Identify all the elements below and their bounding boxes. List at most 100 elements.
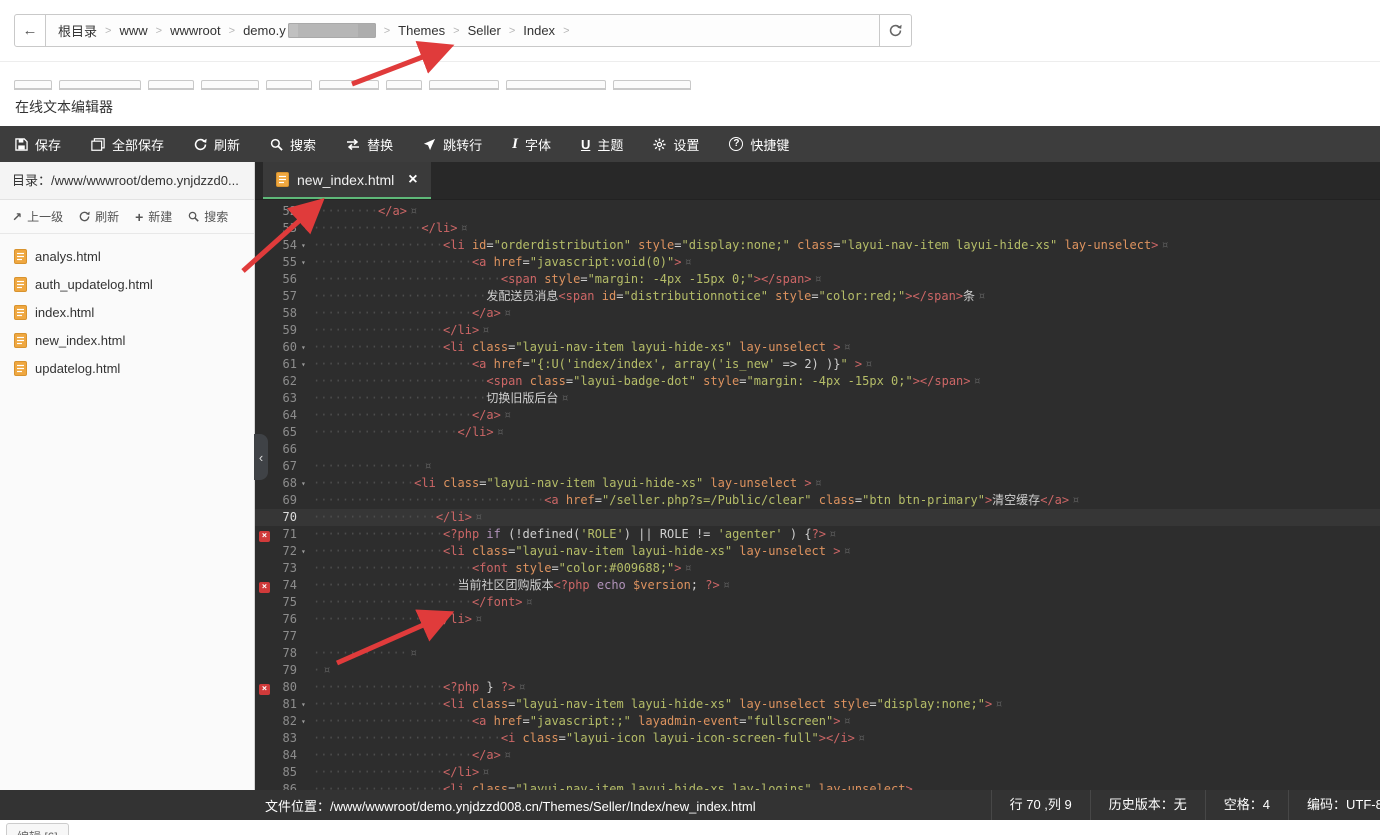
clipped-button[interactable] bbox=[14, 80, 52, 90]
gutter[interactable]: 61▾ bbox=[255, 356, 313, 373]
breadcrumb-item-wwwroot[interactable]: wwwroot bbox=[170, 23, 221, 38]
tab-close-icon[interactable]: × bbox=[408, 172, 417, 188]
gutter[interactable]: 77 bbox=[255, 628, 313, 645]
gutter[interactable]: 83 bbox=[255, 730, 313, 747]
clipped-button[interactable] bbox=[429, 80, 499, 90]
space-indent-setting[interactable]: 空格：4 bbox=[1205, 790, 1288, 820]
clipped-button[interactable] bbox=[386, 80, 422, 90]
gutter[interactable]: 59 bbox=[255, 322, 313, 339]
gutter[interactable]: 84 bbox=[255, 747, 313, 764]
gutter[interactable]: 60▾ bbox=[255, 339, 313, 356]
gutter[interactable]: ×80 bbox=[255, 679, 313, 696]
code-line[interactable]: 79·¤ bbox=[255, 662, 1380, 679]
gutter[interactable]: 86 bbox=[255, 781, 313, 790]
encoding-setting[interactable]: 编码：UTF-8 bbox=[1288, 790, 1380, 820]
gutter[interactable]: 82▾ bbox=[255, 713, 313, 730]
code-line[interactable]: 52·········</a>¤ bbox=[255, 203, 1380, 220]
code-line[interactable]: 58······················</a>¤ bbox=[255, 305, 1380, 322]
code-line[interactable]: 59··················</li>¤ bbox=[255, 322, 1380, 339]
gutter[interactable]: 73 bbox=[255, 560, 313, 577]
code-line[interactable]: 65····················</li>¤ bbox=[255, 424, 1380, 441]
gutter[interactable]: 55▾ bbox=[255, 254, 313, 271]
code-line[interactable]: 73······················<font style="col… bbox=[255, 560, 1380, 577]
up-level-button[interactable]: ↗ 上一级 bbox=[12, 208, 63, 225]
file-item-index[interactable]: index.html bbox=[0, 298, 254, 326]
code-line[interactable]: 55▾······················<a href="javasc… bbox=[255, 254, 1380, 271]
save-button[interactable]: 保存 bbox=[0, 126, 76, 162]
gutter[interactable]: 64 bbox=[255, 407, 313, 424]
fold-caret-icon[interactable]: ▾ bbox=[301, 475, 313, 492]
clipped-button[interactable] bbox=[148, 80, 194, 90]
file-item-updatelog[interactable]: updatelog.html bbox=[0, 354, 254, 382]
theme-button[interactable]: U 主题 bbox=[566, 126, 638, 162]
settings-button[interactable]: 设置 bbox=[638, 126, 714, 162]
hotkeys-button[interactable]: ? 快捷键 bbox=[714, 126, 804, 162]
fold-caret-icon[interactable]: ▾ bbox=[301, 713, 313, 730]
file-item-new-index[interactable]: new_index.html bbox=[0, 326, 254, 354]
fold-caret-icon[interactable]: ▾ bbox=[301, 696, 313, 713]
breadcrumb-item-site[interactable]: demo.y bbox=[243, 23, 286, 38]
code-line[interactable]: ×80··················<?php } ?>¤ bbox=[255, 679, 1380, 696]
code-line[interactable]: 60▾··················<li class="layui-na… bbox=[255, 339, 1380, 356]
breadcrumb-item-www[interactable]: www bbox=[119, 23, 147, 38]
goto-line-button[interactable]: 跳转行 bbox=[408, 126, 497, 162]
code-line[interactable]: 53···············</li>¤ bbox=[255, 220, 1380, 237]
refresh-button[interactable]: 刷新 bbox=[179, 126, 255, 162]
code-line[interactable]: 69································<a hre… bbox=[255, 492, 1380, 509]
sidebar-refresh-button[interactable]: 刷新 bbox=[79, 208, 119, 225]
tab-new-index-html[interactable]: new_index.html × bbox=[263, 162, 431, 199]
path-refresh-button[interactable] bbox=[880, 14, 912, 47]
file-item-analys[interactable]: analys.html bbox=[0, 242, 254, 270]
font-button[interactable]: I 字体 bbox=[497, 126, 566, 162]
gutter[interactable]: 57 bbox=[255, 288, 313, 305]
code-line[interactable]: 77 bbox=[255, 628, 1380, 645]
gutter[interactable]: 79 bbox=[255, 662, 313, 679]
gutter[interactable]: 76 bbox=[255, 611, 313, 628]
sidebar-search-button[interactable]: 搜索 bbox=[188, 208, 228, 225]
gutter[interactable]: 81▾ bbox=[255, 696, 313, 713]
gutter[interactable]: 53 bbox=[255, 220, 313, 237]
code-line[interactable]: 56··························<span style=… bbox=[255, 271, 1380, 288]
gutter[interactable]: 58 bbox=[255, 305, 313, 322]
code-line[interactable]: 70·················</li>¤ bbox=[255, 509, 1380, 526]
gutter[interactable]: 62 bbox=[255, 373, 313, 390]
code-editor[interactable]: 52·········</a>¤53···············</li>¤5… bbox=[255, 200, 1380, 790]
code-line[interactable]: 64······················</a>¤ bbox=[255, 407, 1380, 424]
code-line[interactable]: 84······················</a>¤ bbox=[255, 747, 1380, 764]
save-all-button[interactable]: 全部保存 bbox=[76, 126, 179, 162]
code-line[interactable]: 63························切换旧版后台¤ bbox=[255, 390, 1380, 407]
clipped-button[interactable] bbox=[59, 80, 141, 90]
search-button[interactable]: 搜索 bbox=[255, 126, 331, 162]
gutter[interactable]: ×74 bbox=[255, 577, 313, 594]
code-line[interactable]: 72▾··················<li class="layui-na… bbox=[255, 543, 1380, 560]
gutter[interactable]: 52 bbox=[255, 203, 313, 220]
clipped-button[interactable] bbox=[506, 80, 606, 90]
sidebar-collapse-handle[interactable]: ‹ bbox=[254, 434, 268, 480]
gutter[interactable]: 70 bbox=[255, 509, 313, 526]
code-line[interactable]: 81▾··················<li class="layui-na… bbox=[255, 696, 1380, 713]
fold-caret-icon[interactable]: ▾ bbox=[301, 339, 313, 356]
replace-button[interactable]: 替换 bbox=[331, 126, 408, 162]
gutter[interactable]: ×71 bbox=[255, 526, 313, 543]
gutter[interactable]: 56 bbox=[255, 271, 313, 288]
breadcrumb-item-seller[interactable]: Seller bbox=[468, 23, 501, 38]
clipped-button[interactable] bbox=[266, 80, 312, 90]
gutter[interactable]: 75 bbox=[255, 594, 313, 611]
file-item-auth-updatelog[interactable]: auth_updatelog.html bbox=[0, 270, 254, 298]
breadcrumb-item-themes[interactable]: Themes bbox=[398, 23, 445, 38]
fold-caret-icon[interactable]: ▾ bbox=[301, 254, 313, 271]
code-line[interactable]: 57························发配送员消息<span id… bbox=[255, 288, 1380, 305]
gutter[interactable]: 63 bbox=[255, 390, 313, 407]
fold-caret-icon[interactable]: ▾ bbox=[301, 356, 313, 373]
code-line[interactable]: 62························<span class="l… bbox=[255, 373, 1380, 390]
code-line[interactable]: 82▾······················<a href="javasc… bbox=[255, 713, 1380, 730]
gutter[interactable]: 69 bbox=[255, 492, 313, 509]
clipped-button[interactable] bbox=[319, 80, 379, 90]
code-line[interactable]: 83··························<i class="la… bbox=[255, 730, 1380, 747]
code-line[interactable]: ×71··················<?php if (!defined(… bbox=[255, 526, 1380, 543]
breadcrumb-item-root[interactable]: 根目录 bbox=[58, 21, 97, 40]
gutter[interactable]: 85 bbox=[255, 764, 313, 781]
code-line[interactable]: 78·············¤ bbox=[255, 645, 1380, 662]
code-line[interactable]: ×74····················当前社区团购版本<?php ech… bbox=[255, 577, 1380, 594]
clipped-button[interactable] bbox=[201, 80, 259, 90]
